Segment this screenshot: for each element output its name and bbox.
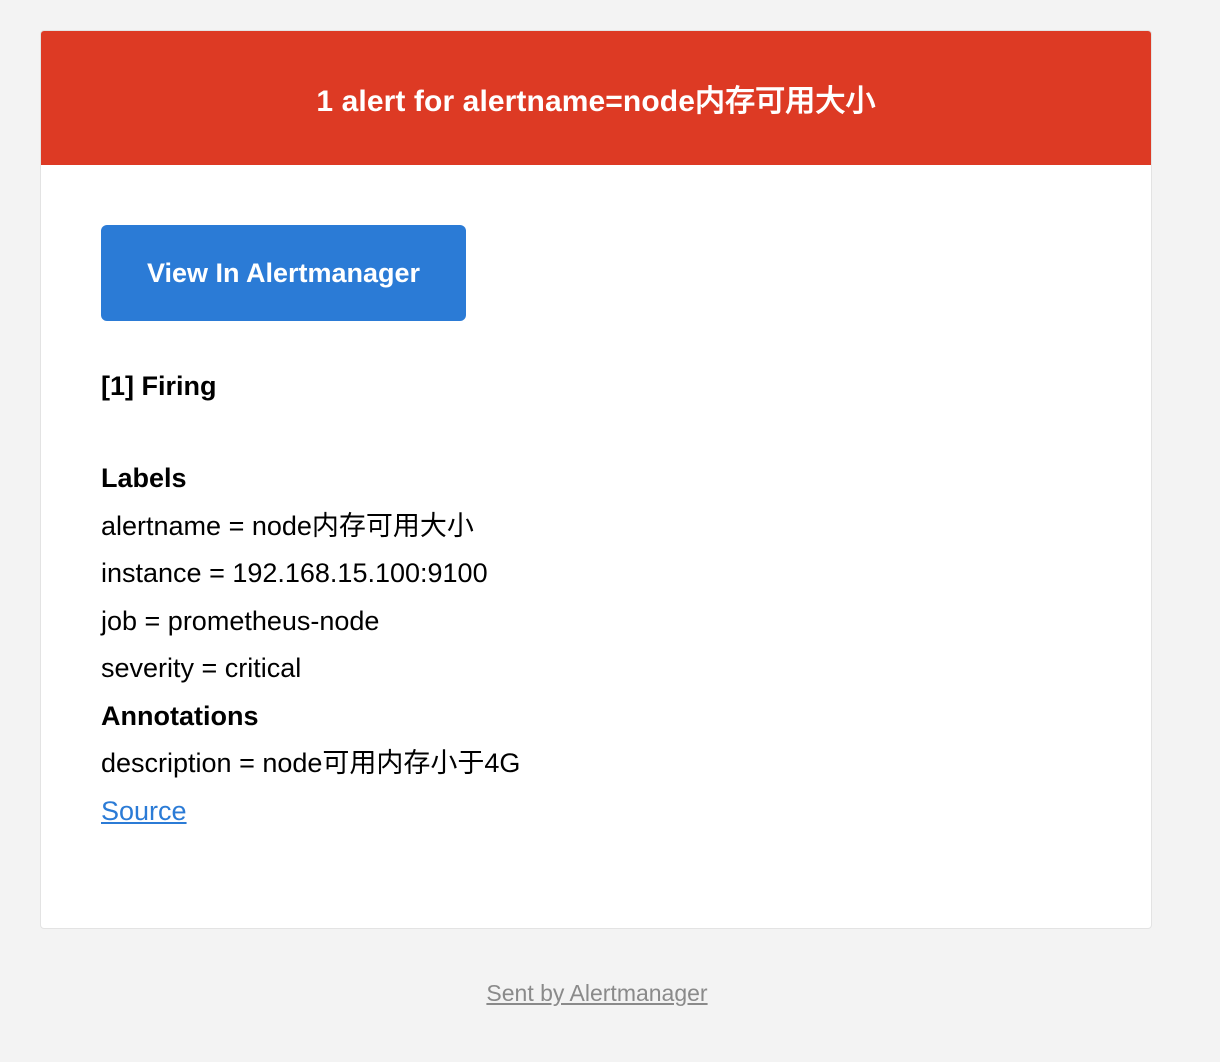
alert-header-banner: 1 alert for alertname=node内存可用大小 bbox=[41, 31, 1151, 165]
annotations-heading: Annotations bbox=[101, 700, 259, 731]
footer: Sent by Alertmanager bbox=[0, 980, 1194, 1007]
source-link[interactable]: Source bbox=[101, 788, 187, 836]
labels-heading: Labels bbox=[101, 463, 187, 493]
view-in-alertmanager-button[interactable]: View In Alertmanager bbox=[101, 225, 466, 321]
firing-heading: [1] Firing bbox=[101, 371, 217, 401]
sent-by-alertmanager-link[interactable]: Sent by Alertmanager bbox=[486, 980, 707, 1006]
label-item-instance: instance = 192.168.15.100:9100 bbox=[101, 558, 488, 588]
label-item-job: job = prometheus-node bbox=[101, 605, 380, 636]
label-item-severity: severity = critical bbox=[101, 653, 302, 683]
alert-title: 1 alert for alertname=node内存可用大小 bbox=[316, 85, 876, 118]
annotation-item-description: description = node可用内存小于4G bbox=[101, 748, 521, 778]
alert-card: 1 alert for alertname=node内存可用大小 View In… bbox=[40, 30, 1152, 929]
label-item-alertname: alertname = node内存可用大小 bbox=[101, 510, 474, 541]
alert-content: View In Alertmanager [1] Firing Labels a… bbox=[41, 165, 1151, 835]
